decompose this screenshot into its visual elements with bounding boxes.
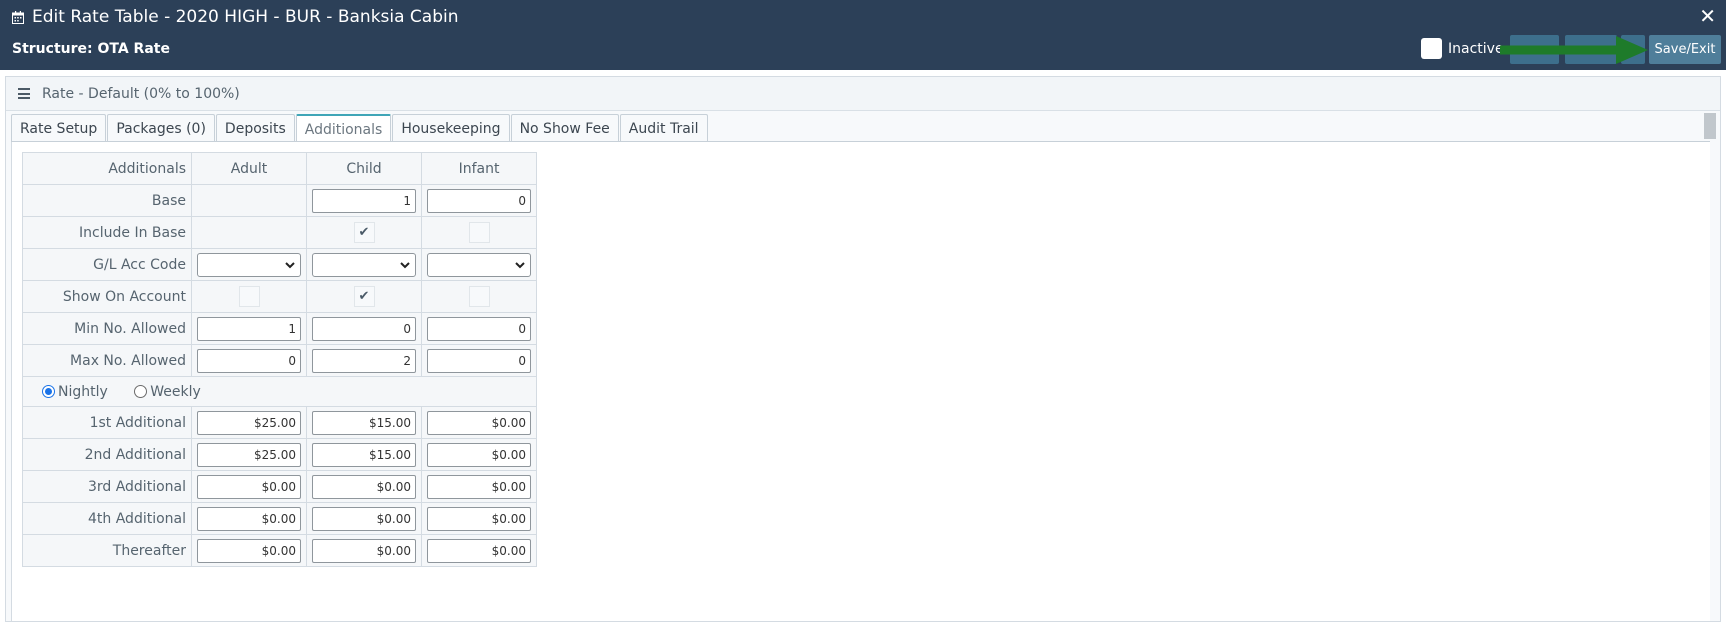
- chevron-down-icon: [285, 261, 295, 268]
- amount-infant-input[interactable]: $0.00: [427, 410, 531, 435]
- include-infant-checkbox[interactable]: [468, 222, 490, 243]
- amount-child-input[interactable]: $0.00: [312, 506, 416, 531]
- nightly-label[interactable]: Nightly: [58, 384, 108, 400]
- amount-infant-input[interactable]: $0.00: [427, 506, 531, 531]
- amount-infant-input[interactable]: $0.00: [427, 474, 531, 499]
- nightly-radio[interactable]: [42, 384, 55, 398]
- frequency-radio-group: Nightly Weekly: [22, 376, 537, 407]
- row-label: Include In Base: [22, 216, 192, 249]
- tab-rate-setup[interactable]: Rate Setup: [11, 114, 107, 142]
- save-exit-button[interactable]: Save/Exit: [1649, 35, 1721, 64]
- row-label: 2nd Additional: [22, 438, 192, 471]
- table-row-gl-code: G/L Acc Code: [22, 248, 537, 281]
- inactive-checkbox[interactable]: [1421, 38, 1442, 59]
- row-label: Base: [22, 184, 192, 217]
- tab-bar: Rate Setup Packages (0) Deposits Additio…: [11, 114, 709, 143]
- amount-adult-input[interactable]: $25.00: [197, 410, 301, 435]
- row-label: 3rd Additional: [22, 470, 192, 503]
- weekly-label[interactable]: Weekly: [150, 384, 201, 400]
- table-row-frequency: Nightly Weekly: [22, 376, 537, 407]
- amount-child-input[interactable]: $15.00: [312, 442, 416, 467]
- rate-panel: Rate - Default (0% to 100%) Rate Setup P…: [5, 76, 1721, 622]
- gl-adult-select[interactable]: [197, 252, 301, 277]
- tab-housekeeping[interactable]: Housekeeping: [392, 114, 510, 142]
- panel-header[interactable]: Rate - Default (0% to 100%): [6, 77, 1720, 111]
- amount-adult-input[interactable]: $0.00: [197, 506, 301, 531]
- table-header-row: Additionals Adult Child Infant: [22, 152, 537, 185]
- calendar-icon: [12, 10, 24, 24]
- tab-audit-trail[interactable]: Audit Trail: [619, 114, 708, 142]
- inactive-toggle[interactable]: Inactive: [1421, 38, 1504, 59]
- min-child-input[interactable]: 0: [312, 316, 416, 341]
- window-title-row: Edit Rate Table - 2020 HIGH - BUR - Bank…: [12, 6, 459, 28]
- min-infant-input[interactable]: 0: [427, 316, 531, 341]
- amount-child-input[interactable]: $0.00: [312, 538, 416, 563]
- max-infant-input[interactable]: 0: [427, 348, 531, 373]
- table-row-max-allowed: Max No. Allowed 0 2 0: [22, 344, 537, 377]
- structure-label: Structure: OTA Rate: [12, 41, 170, 57]
- base-infant-input[interactable]: 0: [427, 188, 531, 213]
- amount-adult-input[interactable]: $25.00: [197, 442, 301, 467]
- chevron-down-icon: [400, 261, 410, 268]
- max-adult-input[interactable]: 0: [197, 348, 301, 373]
- row-label: 1st Additional: [22, 406, 192, 439]
- amount-adult-input[interactable]: $0.00: [197, 474, 301, 499]
- amount-infant-input[interactable]: $0.00: [427, 442, 531, 467]
- table-row: 2nd Additional $25.00 $15.00 $0.00: [22, 438, 537, 471]
- header-child: Child: [306, 152, 422, 185]
- amount-adult-input[interactable]: $0.00: [197, 538, 301, 563]
- show-adult-checkbox[interactable]: [238, 286, 260, 307]
- row-label: Max No. Allowed: [22, 344, 192, 377]
- table-row-base: Base 1 0: [22, 184, 537, 217]
- panel-title: Rate - Default (0% to 100%): [42, 85, 240, 102]
- row-label: Thereafter: [22, 534, 192, 567]
- gl-child-select[interactable]: [312, 252, 416, 277]
- amount-child-input[interactable]: $15.00: [312, 410, 416, 435]
- min-adult-input[interactable]: 1: [197, 316, 301, 341]
- amount-infant-input[interactable]: $0.00: [427, 538, 531, 563]
- green-arrow-icon: [1500, 36, 1648, 64]
- show-infant-checkbox[interactable]: [468, 286, 490, 307]
- close-icon[interactable]: ✕: [1699, 4, 1716, 28]
- row-label: Show On Account: [22, 280, 192, 313]
- table-row: 1st Additional $25.00 $15.00 $0.00: [22, 406, 537, 439]
- gl-infant-select[interactable]: [427, 252, 531, 277]
- chevron-down-icon: [515, 261, 525, 268]
- row-label: Min No. Allowed: [22, 312, 192, 345]
- row-label: G/L Acc Code: [22, 248, 192, 281]
- tab-no-show-fee[interactable]: No Show Fee: [510, 114, 619, 142]
- row-label: 4th Additional: [22, 502, 192, 535]
- header-infant: Infant: [421, 152, 537, 185]
- vertical-scrollbar[interactable]: [1704, 113, 1716, 139]
- table-row: 3rd Additional $0.00 $0.00 $0.00: [22, 470, 537, 503]
- table-row-min-allowed: Min No. Allowed 1 0 0: [22, 312, 537, 345]
- include-adult-cell: [191, 216, 307, 249]
- tab-packages[interactable]: Packages (0): [107, 114, 215, 142]
- window-title: Edit Rate Table - 2020 HIGH - BUR - Bank…: [32, 7, 459, 27]
- additionals-table: Additionals Adult Child Infant Base 1 0 …: [22, 152, 537, 567]
- include-child-checkbox[interactable]: ✔: [353, 222, 375, 243]
- tab-additionals[interactable]: Additionals: [295, 114, 392, 143]
- show-child-checkbox[interactable]: ✔: [353, 286, 375, 307]
- weekly-radio[interactable]: [134, 384, 148, 398]
- base-adult-cell: [191, 184, 307, 217]
- table-row-show-on-account: Show On Account ✔: [22, 280, 537, 313]
- table-row-include-in-base: Include In Base ✔: [22, 216, 537, 249]
- header-adult: Adult: [191, 152, 307, 185]
- hamburger-icon[interactable]: [18, 88, 30, 99]
- tab-deposits[interactable]: Deposits: [215, 114, 295, 142]
- window-header: Edit Rate Table - 2020 HIGH - BUR - Bank…: [0, 0, 1726, 70]
- base-child-input[interactable]: 1: [312, 188, 416, 213]
- table-row: 4th Additional $0.00 $0.00 $0.00: [22, 502, 537, 535]
- header-additionals: Additionals: [22, 152, 192, 185]
- max-child-input[interactable]: 2: [312, 348, 416, 373]
- inactive-label: Inactive: [1448, 40, 1504, 57]
- table-row: Thereafter $0.00 $0.00 $0.00: [22, 534, 537, 567]
- amount-child-input[interactable]: $0.00: [312, 474, 416, 499]
